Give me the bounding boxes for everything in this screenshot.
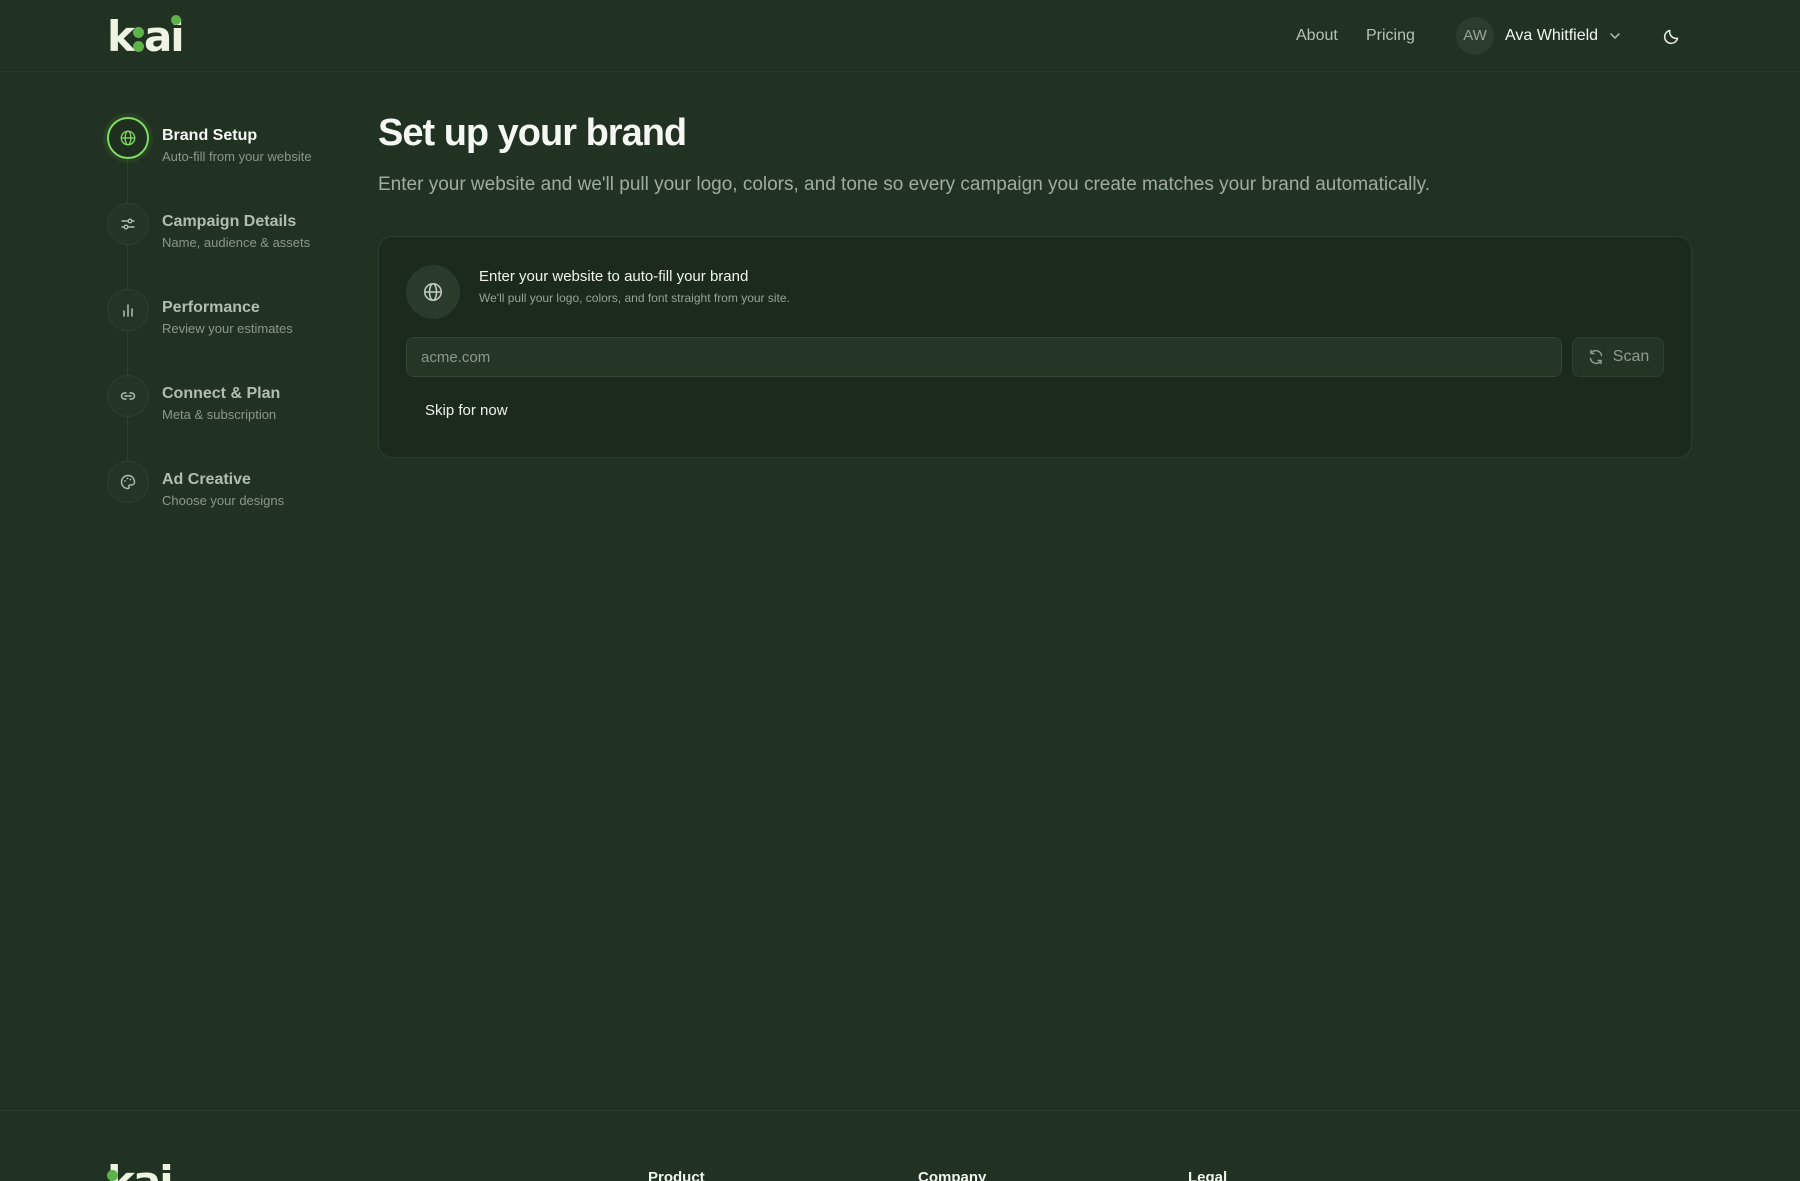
footer-heading-product: Product [648, 1169, 705, 1181]
footer: kai Product Company Legal [0, 1110, 1800, 1181]
step-title: Ad Creative [162, 471, 251, 488]
step-brand-setup[interactable]: Brand Setup Auto-fill from your website [107, 117, 367, 177]
footer-logo[interactable]: kai [107, 1161, 174, 1181]
card-subtitle: We'll pull your logo, colors, and font s… [479, 291, 790, 305]
scan-button[interactable]: Scan [1572, 337, 1664, 377]
step-campaign-details[interactable]: Campaign Details Name, audience & assets [107, 203, 367, 263]
step-subtitle: Review your estimates [162, 321, 293, 336]
refresh-icon [1589, 349, 1603, 365]
step-subtitle: Name, audience & assets [162, 235, 311, 250]
top-header: k ai About Pricing AW Ava Whitfield [0, 0, 1800, 72]
skip-button[interactable]: Skip for now [425, 401, 508, 421]
moon-icon[interactable] [1662, 26, 1682, 46]
step-subtitle: Choose your designs [162, 493, 285, 508]
website-card: Enter your website to auto-fill your bra… [378, 236, 1692, 458]
step-title: Campaign Details [162, 213, 297, 230]
footer-heading-legal: Legal [1188, 1169, 1228, 1181]
globe-icon [107, 117, 149, 159]
link-icon [107, 375, 149, 417]
scan-label: Scan [1612, 348, 1650, 365]
nav-pricing-link[interactable]: Pricing [1366, 24, 1415, 48]
card-title: Enter your website to auto-fill your bra… [479, 268, 749, 285]
step-title: Connect & Plan [162, 385, 281, 402]
page-title: Set up your brand [378, 112, 687, 154]
bar-chart-icon [107, 289, 149, 331]
step-performance[interactable]: Performance Review your estimates [107, 289, 367, 349]
step-subtitle: Auto-fill from your website [162, 149, 312, 164]
logo[interactable]: k ai [107, 15, 193, 58]
step-title: Brand Setup [162, 127, 258, 144]
step-ad-creative[interactable]: Ad Creative Choose your designs [107, 461, 367, 521]
footer-heading-company: Company [918, 1169, 987, 1181]
step-subtitle: Meta & subscription [162, 407, 277, 422]
nav-about-link[interactable]: About [1296, 24, 1338, 48]
website-url-input[interactable] [406, 337, 1562, 377]
step-title: Performance [162, 299, 260, 316]
sliders-icon [107, 203, 149, 245]
step-connect-plan[interactable]: Connect & Plan Meta & subscription [107, 375, 367, 435]
globe-icon [406, 265, 460, 319]
palette-icon [107, 461, 149, 503]
page-subtitle: Enter your website and we'll pull your l… [378, 174, 1430, 195]
page: k ai About Pricing AW Ava Whitfield Brand… [0, 0, 1800, 1181]
user-name[interactable]: Ava Whitfield [1505, 24, 1598, 48]
chevron-down-icon[interactable] [1607, 28, 1623, 44]
avatar[interactable]: AW [1456, 17, 1494, 55]
